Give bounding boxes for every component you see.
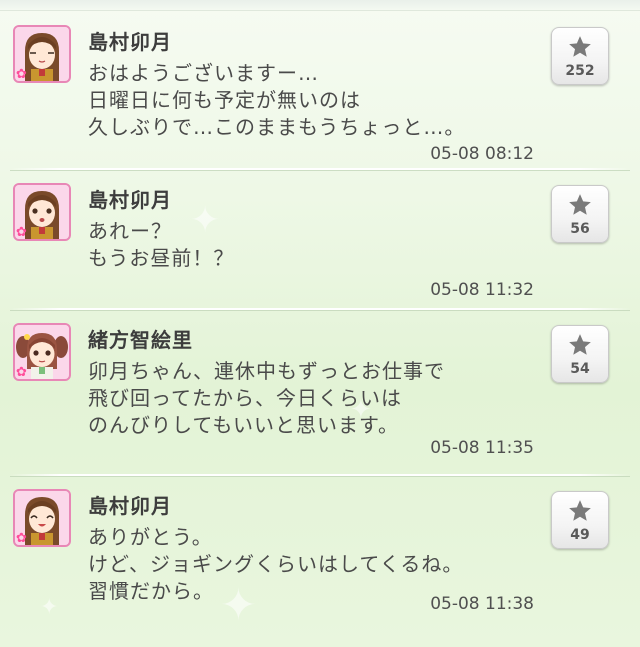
post-timestamp: 05-08 11:38 xyxy=(430,594,534,614)
timeline-post: ✿ 緒方智絵里 卯月ちゃん、連休中もずっとお仕事で 飛び回ってたから、今日くらい… xyxy=(0,310,640,476)
top-bar xyxy=(0,0,640,11)
poster-name: 島村卯月 xyxy=(88,188,172,212)
star-count: 49 xyxy=(570,527,590,543)
post-timestamp: 05-08 11:32 xyxy=(430,280,534,300)
timeline-post: ✿ 島村卯月 おはようございますー… 日曜日に何も予定が無いのは 久しぶりで…こ… xyxy=(0,12,640,170)
post-timestamp: 05-08 08:12 xyxy=(430,144,534,164)
flower-icon: ✿ xyxy=(16,365,27,380)
post-message: おはようございますー… 日曜日に何も予定が無いのは 久しぶりで…このままもうちょ… xyxy=(88,61,466,139)
star-icon xyxy=(569,334,591,355)
star-count: 252 xyxy=(565,63,595,79)
flower-icon: ✿ xyxy=(16,225,27,240)
flower-icon: ✿ xyxy=(16,67,27,82)
post-message: あれー？ もうお昼前！？ xyxy=(88,219,235,270)
avatar[interactable]: ✿ xyxy=(13,323,71,381)
avatar[interactable]: ✿ xyxy=(13,183,71,241)
poster-name: 島村卯月 xyxy=(88,494,172,518)
star-count: 54 xyxy=(570,361,590,377)
star-icon xyxy=(569,36,591,57)
favorite-star-button[interactable]: 49 xyxy=(551,491,609,549)
avatar[interactable]: ✿ xyxy=(13,25,71,83)
post-message: ありがとう。 けど、ジョギングくらいはしてくるね。 習慣だから。 xyxy=(88,525,464,603)
flower-icon: ✿ xyxy=(16,531,27,546)
timeline-post: ✿ 島村卯月 あれー？ もうお昼前！？ 05-08 11:32 56 xyxy=(0,170,640,310)
avatar[interactable]: ✿ xyxy=(13,489,71,547)
star-icon xyxy=(569,500,591,521)
post-timestamp: 05-08 11:35 xyxy=(430,438,534,458)
star-icon xyxy=(569,194,591,215)
star-count: 56 xyxy=(570,221,590,237)
favorite-star-button[interactable]: 54 xyxy=(551,325,609,383)
favorite-star-button[interactable]: 56 xyxy=(551,185,609,243)
favorite-star-button[interactable]: 252 xyxy=(551,27,609,85)
timeline-feed: ✿ 島村卯月 おはようございますー… 日曜日に何も予定が無いのは 久しぶりで…こ… xyxy=(0,12,640,626)
timeline-post: ✿ 島村卯月 ありがとう。 けど、ジョギングくらいはしてくるね。 習慣だから。 … xyxy=(0,476,640,626)
post-message: 卯月ちゃん、連休中もずっとお仕事で 飛び回ってたから、今日くらいは のんびりして… xyxy=(88,359,445,437)
poster-name: 緒方智絵里 xyxy=(88,328,193,352)
poster-name: 島村卯月 xyxy=(88,30,172,54)
